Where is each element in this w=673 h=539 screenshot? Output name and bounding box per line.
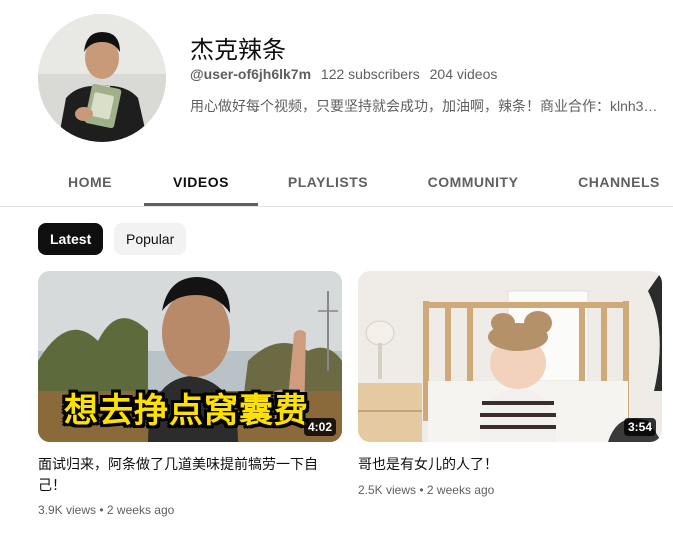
channel-meta: @user-of6jh6lk7m 122 subscribers 204 vid… (190, 66, 503, 82)
video-meta-1: 3.9K views • 2 weeks ago (38, 503, 174, 517)
meta-separator: • (99, 503, 107, 517)
video-title-2[interactable]: 哥也是有女儿的人了！ (358, 454, 650, 475)
video-duration-1: 4:02 (303, 418, 336, 436)
video-thumbnail-1[interactable]: 想去挣点窝囊费 4:02 (38, 271, 342, 442)
video-title-1[interactable]: 面试归来，阿条做了几道美味提前犒劳一下自己！ (38, 454, 330, 496)
tab-home[interactable]: HOME (58, 160, 122, 205)
channel-avatar[interactable] (38, 14, 166, 142)
tab-videos[interactable]: VIDEOS (144, 160, 258, 206)
tab-playlists[interactable]: PLAYLISTS (276, 160, 380, 205)
channel-handle: @user-of6jh6lk7m (190, 66, 312, 82)
meta-separator: • (419, 483, 427, 497)
video-thumbnail-2[interactable]: 3:54 (358, 271, 662, 442)
video-views-1: 3.9K views (38, 503, 97, 517)
video-age-2: 2 weeks ago (426, 483, 495, 497)
thumbnail-overlay-text: 想去挣点窝囊费 (64, 392, 309, 430)
filter-popular-chip[interactable]: Popular (114, 223, 187, 255)
tab-channels[interactable]: CHANNELS (570, 160, 668, 205)
thumbnail-image-2 (358, 271, 662, 442)
avatar-image (38, 14, 166, 142)
video-duration-2: 3:54 (623, 418, 656, 436)
subscriber-count: 122 subscribers (320, 66, 420, 82)
tab-community[interactable]: COMMUNITY (418, 160, 528, 205)
video-age-1: 2 weeks ago (106, 503, 175, 517)
filter-latest-chip[interactable]: Latest (38, 223, 104, 255)
video-views-2: 2.5K views (358, 483, 417, 497)
channel-name: 杰克辣条 (190, 37, 286, 64)
video-count: 204 videos (429, 66, 498, 82)
channel-tabs: HOME VIDEOS PLAYLISTS COMMUNITY CHANNELS (0, 160, 673, 207)
channel-description[interactable]: 用心做好每个视频，只要坚持就会成功，加油啊，辣条！商业合作：klnh33... (190, 96, 662, 116)
video-meta-2: 2.5K views • 2 weeks ago (358, 483, 494, 497)
